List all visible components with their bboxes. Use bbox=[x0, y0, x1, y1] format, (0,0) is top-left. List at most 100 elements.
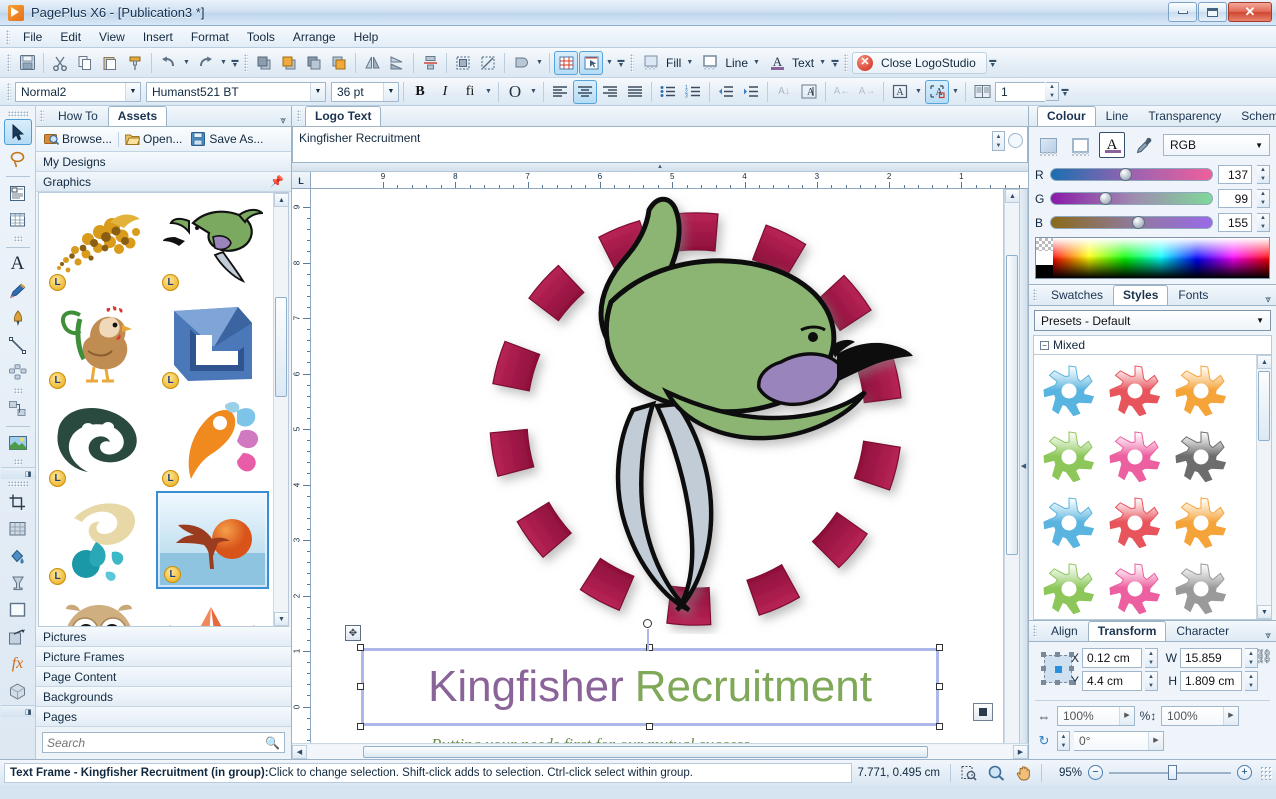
text-color-button[interactable]: A Text ▼ bbox=[764, 50, 829, 75]
style-swatch[interactable] bbox=[1102, 490, 1168, 556]
format-painter-icon[interactable] bbox=[123, 51, 147, 75]
increase-indent-button[interactable] bbox=[739, 80, 763, 104]
style-swatch[interactable] bbox=[1036, 556, 1102, 619]
save-as-button[interactable]: Save As... bbox=[188, 131, 266, 147]
scroll-down-icon[interactable]: ▼ bbox=[274, 612, 288, 626]
black-swatch[interactable] bbox=[1036, 264, 1053, 278]
blue-stepper[interactable]: ▲ ▼ bbox=[1257, 213, 1270, 232]
text-flow-next-button[interactable]: A→ bbox=[855, 80, 879, 104]
asset-thumb-dotted-bird[interactable]: L bbox=[43, 197, 156, 295]
resize-handle-ne[interactable] bbox=[936, 644, 943, 651]
text-overflow-indicator[interactable] bbox=[973, 703, 993, 721]
bring-forward-icon[interactable] bbox=[277, 51, 301, 75]
styles-swatch-grid[interactable]: ▲ ▼ bbox=[1033, 354, 1272, 620]
maximize-button[interactable] bbox=[1198, 2, 1227, 22]
group-icon[interactable] bbox=[451, 51, 475, 75]
style-swatch[interactable] bbox=[1036, 424, 1102, 490]
category-backgrounds[interactable]: Backgrounds bbox=[36, 687, 291, 707]
bring-to-front-icon[interactable] bbox=[252, 51, 276, 75]
snapping-icon[interactable] bbox=[579, 50, 603, 75]
search-input[interactable] bbox=[47, 735, 266, 750]
scroll-down-icon[interactable]: ▼ bbox=[1257, 605, 1271, 619]
text-colour-mode[interactable]: A bbox=[1099, 132, 1125, 158]
style-swatch[interactable] bbox=[1102, 424, 1168, 490]
tab-swatches[interactable]: Swatches bbox=[1041, 285, 1113, 305]
copy-icon[interactable] bbox=[73, 51, 97, 75]
cut-icon[interactable] bbox=[48, 51, 72, 75]
send-to-back-icon[interactable] bbox=[327, 51, 351, 75]
tab-fonts[interactable]: Fonts bbox=[1168, 285, 1218, 305]
text-color-dropdown-icon[interactable]: ▼ bbox=[817, 51, 828, 75]
scale-y-value[interactable]: 100% ▶ bbox=[1161, 706, 1239, 726]
tab-assets[interactable]: Assets bbox=[107, 106, 168, 126]
save-icon[interactable] bbox=[15, 51, 39, 75]
right-panel-handle[interactable]: ◀ bbox=[1019, 189, 1028, 743]
design-canvas[interactable]: Kingfisher Recruitment ✥ bbox=[311, 189, 1004, 743]
tab-logo-text[interactable]: Logo Text bbox=[305, 106, 382, 126]
menu-arrange[interactable]: Arrange bbox=[284, 27, 345, 47]
asset-thumb-bird-and-sun[interactable]: L bbox=[156, 491, 269, 589]
tools-expand-2[interactable]: ◨ bbox=[0, 705, 35, 717]
styles-group-header[interactable]: − Mixed bbox=[1033, 335, 1272, 354]
font-size-combo[interactable]: 36 pt ▼ bbox=[331, 81, 399, 102]
chevron-down-icon[interactable]: ▼ bbox=[1256, 316, 1270, 325]
paste-icon[interactable] bbox=[98, 51, 122, 75]
lasso-tool[interactable] bbox=[4, 146, 32, 172]
category-pages[interactable]: Pages bbox=[36, 707, 291, 727]
format-overflow[interactable]: ▬ ▼ bbox=[1060, 80, 1070, 104]
undo-dropdown-icon[interactable]: ▼ bbox=[181, 51, 192, 75]
tab-transparency[interactable]: Transparency bbox=[1138, 106, 1231, 126]
red-slider-knob[interactable] bbox=[1118, 168, 1132, 181]
fill-tool[interactable] bbox=[4, 543, 32, 569]
scroll-up-icon[interactable]: ▲ bbox=[1005, 189, 1020, 203]
resize-handle-se[interactable] bbox=[936, 723, 943, 730]
transparent-swatch[interactable] bbox=[1036, 238, 1053, 252]
menu-insert[interactable]: Insert bbox=[134, 27, 182, 47]
redo-dropdown-icon[interactable]: ▼ bbox=[218, 51, 229, 75]
text-frame-tool[interactable] bbox=[4, 180, 32, 206]
close-button[interactable]: ✕ bbox=[1228, 2, 1272, 22]
h-stepper[interactable]: ▲ ▼ bbox=[1245, 671, 1258, 691]
styles-panel-grip[interactable] bbox=[1033, 289, 1037, 301]
zoom-tool-icon[interactable] bbox=[985, 763, 1007, 783]
style-swatch[interactable] bbox=[1102, 556, 1168, 619]
styles-scroll-thumb[interactable] bbox=[1258, 370, 1270, 441]
style-swatch[interactable] bbox=[1168, 556, 1234, 619]
styles-collapse-icon[interactable]: ⩔ bbox=[1265, 294, 1276, 305]
crop-tool[interactable] bbox=[4, 489, 32, 515]
sort-button[interactable]: A↓ bbox=[772, 80, 796, 104]
spectrum-gradient[interactable] bbox=[1053, 238, 1269, 278]
mesh-warp-tool[interactable] bbox=[4, 516, 32, 542]
section-my-designs[interactable]: My Designs bbox=[36, 152, 291, 172]
asset-thumb-orange-splash[interactable]: L bbox=[156, 393, 269, 491]
snapping-dropdown-icon[interactable]: ▼ bbox=[604, 51, 615, 75]
group-move-handle[interactable]: ✥ bbox=[345, 625, 361, 641]
canvas-horizontal-scrollbar[interactable] bbox=[307, 744, 1013, 759]
font-name-combo[interactable]: Humanst521 BT ▼ bbox=[146, 81, 326, 102]
rotation-value[interactable]: 0° ▶ bbox=[1074, 731, 1164, 751]
logo-text-options-icon[interactable] bbox=[1008, 133, 1023, 148]
justify-button[interactable] bbox=[623, 80, 647, 104]
flip-vertical-icon[interactable] bbox=[385, 51, 409, 75]
text-frame-button[interactable]: A bbox=[888, 80, 912, 104]
style-swatch[interactable] bbox=[1102, 358, 1168, 424]
resize-handle-e[interactable] bbox=[936, 683, 943, 690]
rotate-tool[interactable] bbox=[4, 624, 32, 650]
pen-tool[interactable] bbox=[4, 305, 32, 331]
zoom-in-button[interactable]: + bbox=[1237, 765, 1252, 780]
scale-x-value[interactable]: 100% ▶ bbox=[1057, 706, 1135, 726]
blue-value[interactable]: 155 bbox=[1218, 213, 1252, 232]
gallery-scrollbar[interactable]: ▲ ▼ bbox=[273, 193, 288, 626]
green-slider[interactable] bbox=[1050, 192, 1213, 205]
style-swatch[interactable] bbox=[1168, 490, 1234, 556]
horizontal-ruler[interactable]: L 9876543210123456789 bbox=[292, 172, 1028, 189]
menu-format[interactable]: Format bbox=[182, 27, 238, 47]
transform-collapse-icon[interactable]: ⩔ bbox=[1265, 630, 1276, 641]
style-swatch[interactable] bbox=[1168, 424, 1234, 490]
styles-preset-combo[interactable]: Presets - Default ▼ bbox=[1034, 310, 1271, 331]
resize-handle-w[interactable] bbox=[357, 683, 364, 690]
chevron-down-icon[interactable]: ▼ bbox=[383, 82, 398, 101]
send-backward-icon[interactable] bbox=[302, 51, 326, 75]
white-swatch[interactable] bbox=[1036, 251, 1053, 265]
flip-horizontal-icon[interactable] bbox=[360, 51, 384, 75]
